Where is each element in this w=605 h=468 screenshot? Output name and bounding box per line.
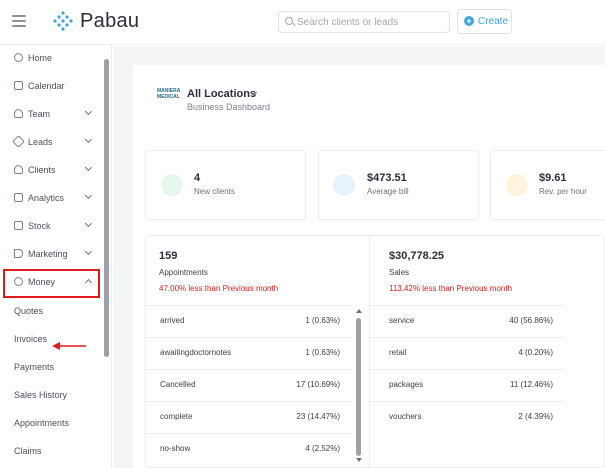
row-name: retail — [389, 348, 407, 357]
sidebar-item-label: Marketing — [28, 249, 68, 259]
clinic-logo: MANIERA MEDICAL — [157, 88, 181, 100]
home-icon — [14, 53, 23, 62]
logo-text: Pabau — [80, 10, 140, 32]
row-name: arrived — [160, 316, 185, 325]
stat-value: 4 — [194, 172, 201, 184]
sidebar-item-leads[interactable]: Leads — [0, 132, 102, 154]
pabau-logo-icon — [52, 10, 74, 32]
row-name: no-show — [160, 444, 191, 453]
document-icon — [333, 174, 355, 196]
table-row[interactable]: vouchers 2 (4.39%) — [370, 401, 565, 433]
sidebar-subitem-appointments[interactable]: Appointments — [14, 418, 69, 428]
chevron-down-icon — [84, 247, 93, 256]
row-name: awaitingdoctornotes — [160, 348, 232, 357]
row-value: 11 (12.46%) — [510, 380, 553, 389]
stat-label: Rev. per hour — [539, 187, 587, 196]
sidebar-item-label: Calendar — [28, 81, 65, 91]
team-icon — [14, 109, 23, 118]
page-subtitle: Business Dashboard — [187, 102, 271, 112]
sidebar-item-home[interactable]: Home — [0, 48, 102, 70]
row-value: 23 (14.47%) — [296, 412, 340, 421]
sidebar-subitem-payments[interactable]: Payments — [14, 362, 54, 372]
sidebar-item-stock[interactable]: Stock — [0, 216, 102, 238]
sales-label: Sales — [389, 268, 410, 277]
table-row[interactable]: Cancelled 17 (10.69%) — [145, 369, 350, 401]
leads-icon — [12, 135, 25, 148]
sidebar-item-team[interactable]: Team — [0, 104, 102, 126]
table-row[interactable]: no-show 4 (2.52%) — [145, 433, 350, 465]
table-row[interactable]: retail 4 (0.20%) — [370, 337, 565, 369]
appointments-label: Appointments — [159, 268, 208, 277]
row-value: 1 (0.63%) — [305, 316, 340, 325]
chevron-down-icon — [84, 107, 93, 116]
sidebar-subitem-sales-history[interactable]: Sales History — [14, 390, 67, 400]
row-value: 4 (2.52%) — [305, 444, 340, 453]
chevron-down-icon — [84, 135, 93, 144]
stat-label: Average bill — [367, 187, 409, 196]
sidebar-scrollbar[interactable] — [104, 59, 109, 357]
analytics-icon — [14, 193, 23, 202]
calendar-icon — [14, 81, 23, 90]
sidebar-item-label: Leads — [28, 137, 53, 147]
row-name: packages — [389, 380, 424, 389]
row-value: 17 (10.69%) — [296, 380, 340, 389]
table-row[interactable]: packages 11 (12.46%) — [370, 369, 565, 401]
row-name: service — [389, 316, 415, 325]
sidebar-item-label: Team — [28, 109, 51, 119]
table-row[interactable]: complete 23 (14.47%) — [145, 401, 350, 433]
chevron-down-icon — [84, 191, 93, 200]
sidebar-item-label: Clients — [28, 165, 56, 175]
stat-value: $9.61 — [539, 172, 567, 184]
row-value: 2 (4.39%) — [518, 412, 553, 421]
marketing-icon — [14, 249, 23, 258]
red-arrow-annotation — [52, 337, 86, 355]
revenue-icon — [506, 174, 528, 196]
clients-icon — [14, 165, 23, 174]
table-scrollbar[interactable] — [356, 318, 361, 456]
row-value: 1 (0.63%) — [305, 348, 340, 357]
sidebar-item-label: Home — [28, 53, 53, 63]
sidebar-subitem-invoices[interactable]: Invoices — [14, 334, 47, 344]
appointments-change: 47.00% less than Previous month — [159, 284, 279, 293]
row-value: 4 (0.20%) — [518, 348, 553, 357]
location-selector[interactable]: All Locations — [187, 88, 256, 100]
row-name: vouchers — [389, 412, 422, 421]
sidebar-subitem-quotes[interactable]: Quotes — [14, 306, 43, 316]
row-name: complete — [160, 412, 193, 421]
stat-value: $473.51 — [367, 172, 407, 184]
sidebar-subitem-claims[interactable]: Claims — [14, 446, 42, 456]
search-input[interactable]: Search clients or leads — [278, 11, 450, 33]
plus-icon: + — [464, 16, 474, 26]
sidebar-item-calendar[interactable]: Calendar — [0, 76, 102, 98]
table-row[interactable]: arrived 1 (0.63%) — [145, 305, 350, 337]
table-row[interactable]: awaitingdoctornotes 1 (0.63%) — [145, 337, 350, 369]
sidebar-item-marketing[interactable]: Marketing — [0, 244, 102, 266]
sidebar-item-label: Stock — [28, 221, 51, 231]
stock-icon — [14, 221, 23, 230]
chevron-down-icon — [84, 219, 93, 228]
sidebar-item-analytics[interactable]: Analytics — [0, 188, 102, 210]
row-name: Cancelled — [160, 380, 196, 389]
sales-change: 113.42% less than Previous month — [389, 284, 513, 293]
menu-icon[interactable] — [12, 15, 26, 27]
sidebar-item-clients[interactable]: Clients — [0, 160, 102, 182]
scroll-up-arrow-icon[interactable] — [356, 309, 362, 313]
table-row[interactable]: service 40 (56.86%) — [370, 305, 565, 337]
scroll-down-arrow-icon[interactable] — [356, 458, 362, 462]
new-clients-icon — [161, 174, 183, 196]
sidebar-item-label: Analytics — [28, 193, 65, 203]
stat-label: New clients — [194, 187, 235, 196]
money-highlight-box — [3, 269, 100, 298]
appointments-total: 159 — [159, 250, 178, 262]
sales-total: $30,778.25 — [389, 250, 445, 262]
search-icon — [285, 17, 293, 25]
row-value: 40 (56.86%) — [509, 316, 553, 325]
chevron-down-icon — [84, 163, 93, 172]
